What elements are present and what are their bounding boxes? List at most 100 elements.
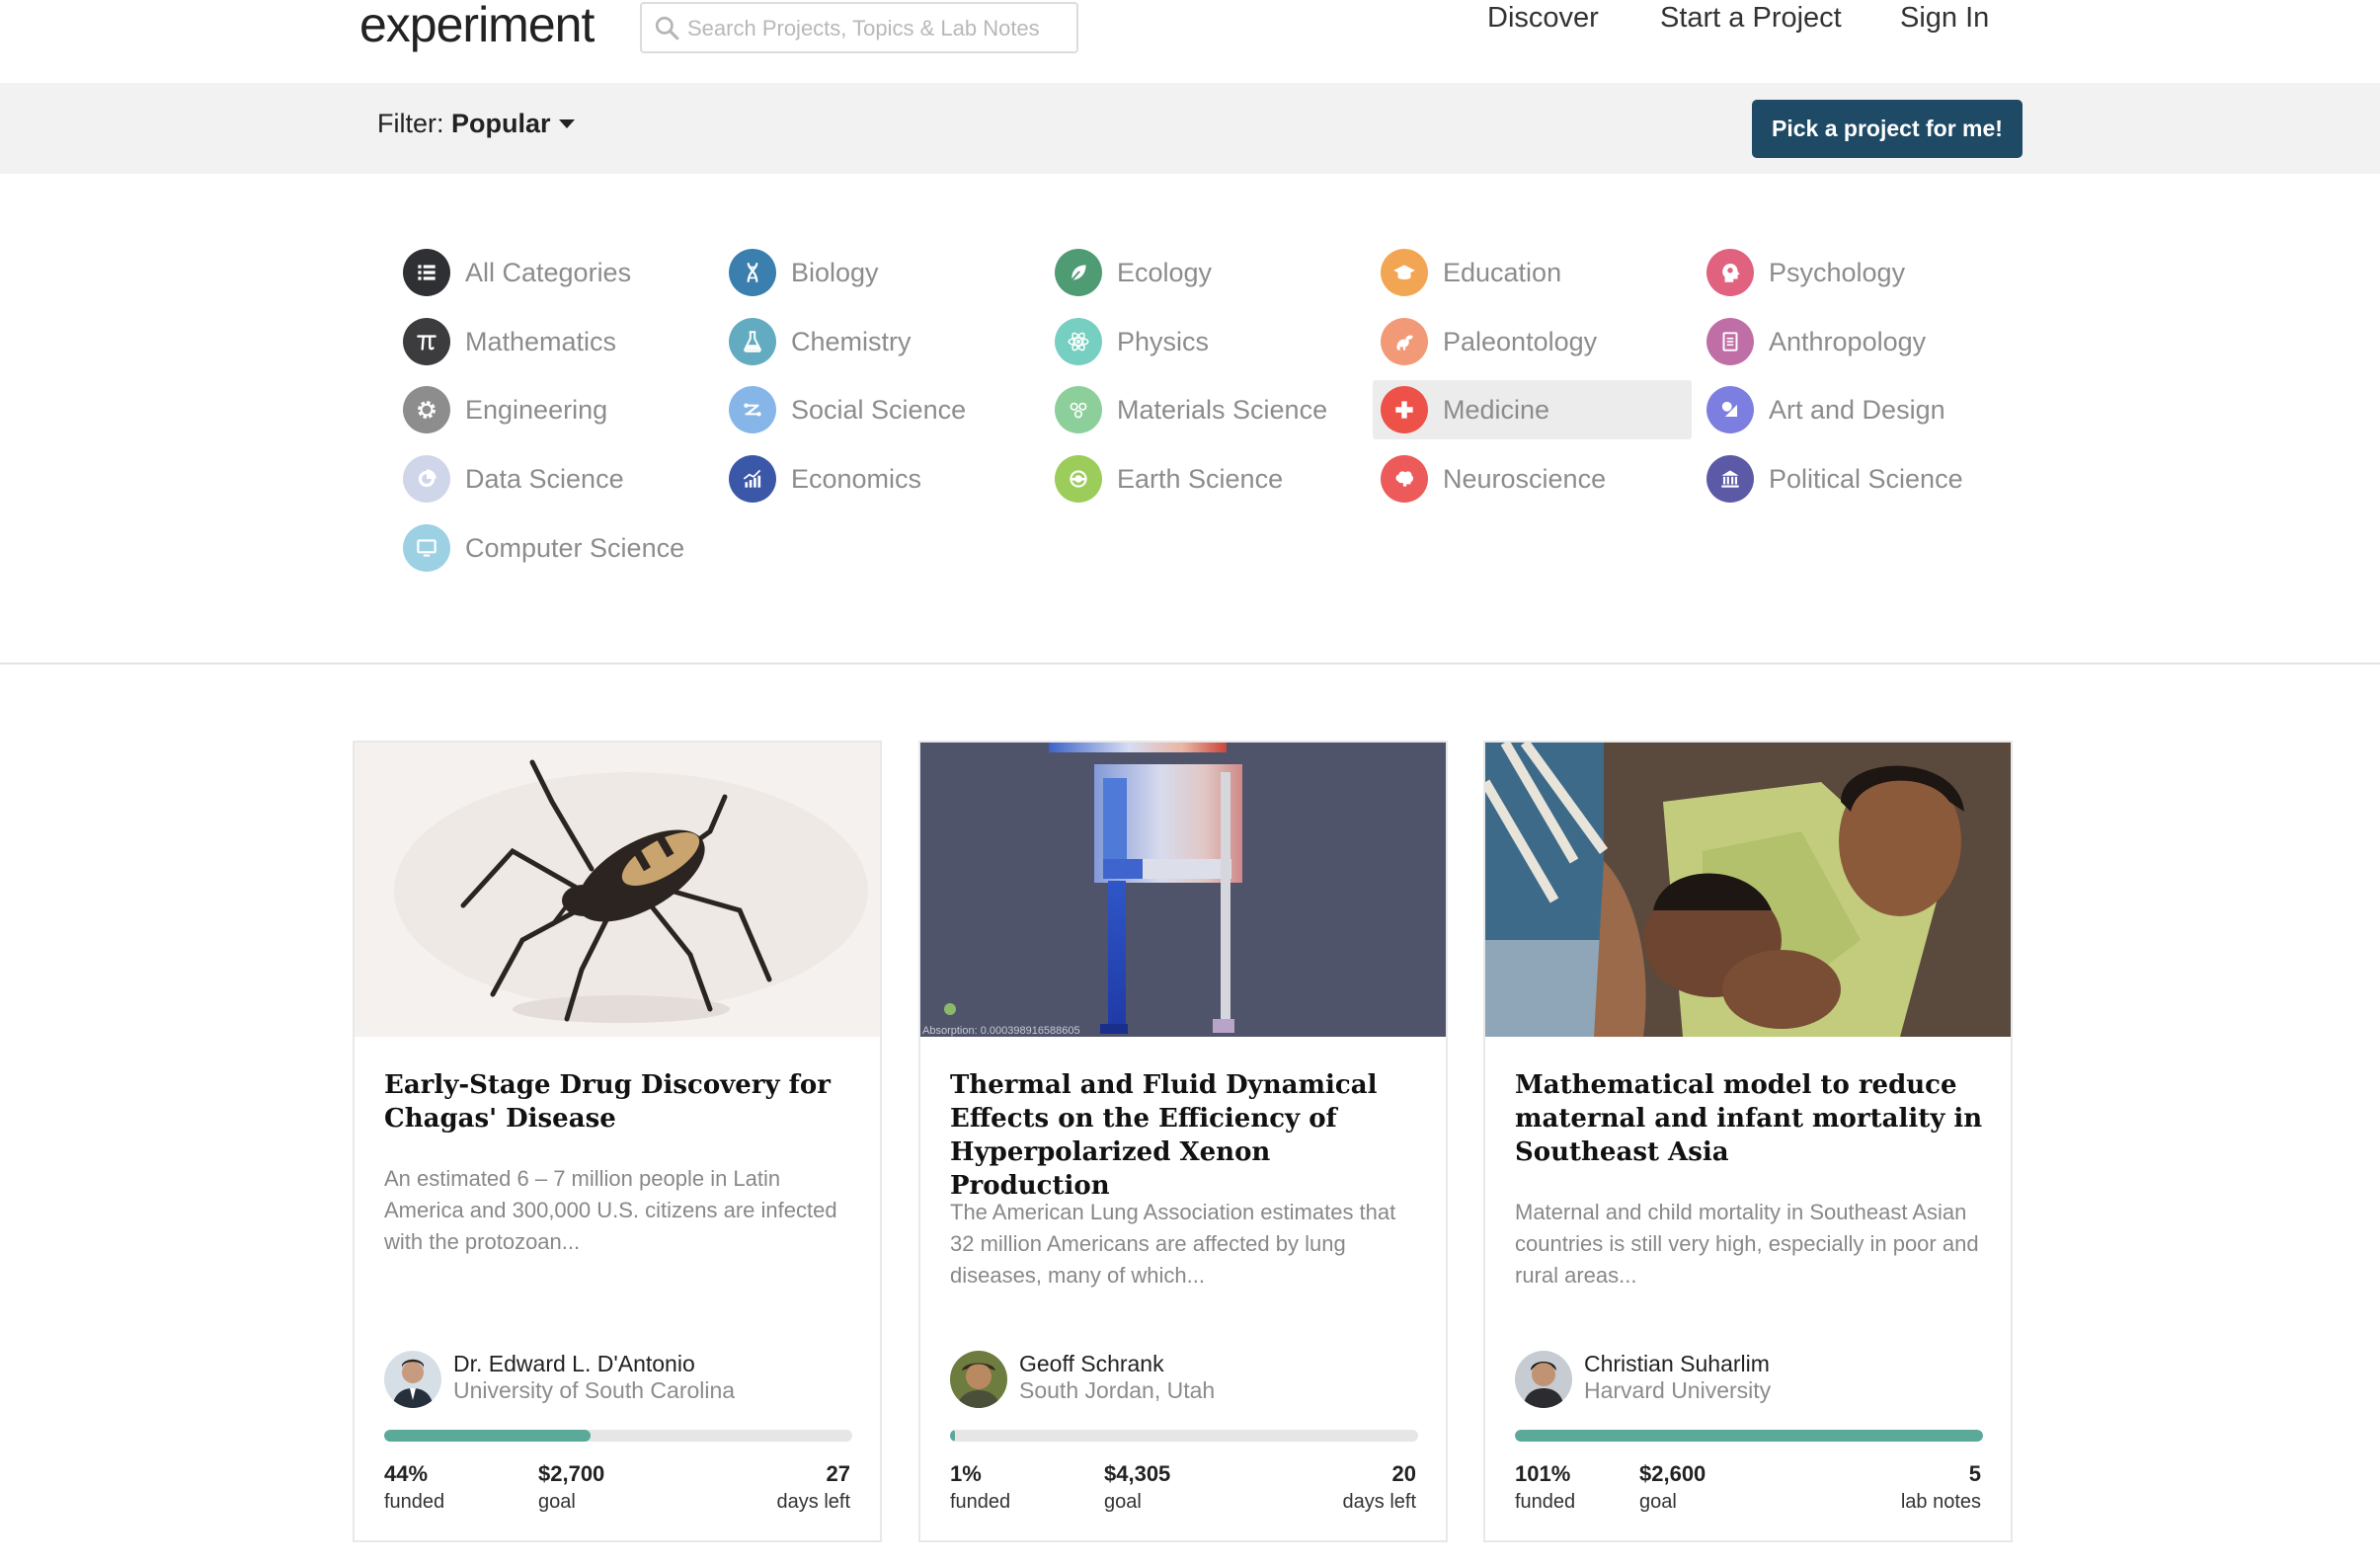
pick-project-button[interactable]: Pick a project for me!	[1752, 100, 2023, 158]
project-card[interactable]: Early-Stage Drug Discovery for Chagas' D…	[353, 741, 882, 1542]
category-data-science[interactable]: Data Science	[395, 449, 691, 509]
network-icon	[729, 386, 776, 433]
project-image-insect[interactable]	[355, 743, 880, 1037]
funded-label: funded	[950, 1491, 1011, 1513]
category-label: Education	[1443, 257, 1562, 287]
goal-value: $4,305	[1104, 1461, 1171, 1486]
days-left-stat: 20 days left	[1343, 1461, 1416, 1514]
project-card[interactable]: Mathematical model to reduce maternal an…	[1483, 741, 2013, 1542]
brain-icon	[1381, 455, 1428, 503]
leaf-icon	[1055, 249, 1102, 296]
author-affiliation: University of South Carolina	[453, 1377, 736, 1403]
flask-icon	[729, 318, 776, 365]
shapes-icon	[1706, 386, 1754, 433]
days-left-stat: 27 days left	[777, 1461, 850, 1514]
nav-discover[interactable]: Discover	[1487, 2, 1599, 35]
search-icon	[655, 16, 679, 40]
author-affiliation: Harvard University	[1584, 1377, 1772, 1403]
project-card[interactable]: Absorption: 0.000398916588605 Thermal an…	[918, 741, 1448, 1542]
category-label: Engineering	[465, 394, 608, 425]
project-title[interactable]: Early-Stage Drug Discovery for Chagas' D…	[384, 1068, 858, 1135]
days-left-label: days left	[776, 1491, 850, 1513]
author-avatar[interactable]	[384, 1351, 441, 1408]
category-materials-science[interactable]: Materials Science	[1047, 380, 1363, 439]
search-input[interactable]	[685, 8, 1074, 49]
category-ecology[interactable]: Ecology	[1047, 243, 1343, 302]
nav-sign-in[interactable]: Sign In	[1900, 2, 1989, 35]
funded-value: 1%	[950, 1461, 982, 1486]
category-label: Biology	[791, 257, 879, 287]
category-label: Data Science	[465, 463, 624, 494]
category-economics[interactable]: Economics	[721, 449, 1017, 509]
funding-progress-fill	[1515, 1430, 1983, 1442]
lab-notes-stat: 5 lab notes	[1901, 1461, 1981, 1514]
category-label: Computer Science	[465, 532, 685, 563]
category-social-science[interactable]: Social Science	[721, 380, 1017, 439]
funding-progress-fill	[950, 1430, 955, 1442]
category-physics[interactable]: Physics	[1047, 312, 1343, 371]
category-education[interactable]: Education	[1373, 243, 1689, 302]
filter-bar: Filter: Popular Pick a project for me!	[0, 83, 2380, 174]
days-left-value: 27	[826, 1461, 850, 1486]
category-anthropology[interactable]: Anthropology	[1699, 312, 1995, 371]
goal-value: $2,700	[538, 1461, 605, 1486]
graduation-cap-icon	[1381, 249, 1428, 296]
author-avatar[interactable]	[1515, 1351, 1572, 1408]
category-medicine[interactable]: Medicine	[1373, 380, 1692, 439]
atom-icon	[1055, 318, 1102, 365]
category-neuroscience[interactable]: Neuroscience	[1373, 449, 1689, 509]
project-description: Maternal and child mortality in Southeas…	[1515, 1200, 1979, 1288]
goal-label: goal	[1104, 1491, 1142, 1513]
search-box[interactable]	[640, 2, 1078, 53]
category-label: All Categories	[465, 257, 632, 287]
author-name[interactable]: Dr. Edward L. D'Antonio	[453, 1351, 695, 1377]
category-engineering[interactable]: Engineering	[395, 380, 691, 439]
project-title[interactable]: Thermal and Fluid Dynamical Effects on t…	[950, 1068, 1424, 1203]
funding-progress-fill	[384, 1430, 591, 1442]
growth-chart-icon	[729, 455, 776, 503]
category-label: Chemistry	[791, 326, 912, 356]
caret-down-icon	[558, 119, 575, 128]
category-all-categories[interactable]: All Categories	[395, 243, 691, 302]
goal-stat: $2,700 goal	[538, 1461, 604, 1514]
site-logo[interactable]: experiment	[359, 0, 595, 53]
funding-progress-bar	[950, 1430, 1418, 1442]
monitor-icon	[403, 524, 450, 572]
project-title[interactable]: Mathematical model to reduce maternal an…	[1515, 1068, 1989, 1169]
goal-stat: $2,600 goal	[1639, 1461, 1706, 1514]
nav-start-project[interactable]: Start a Project	[1660, 2, 1842, 35]
category-chemistry[interactable]: Chemistry	[721, 312, 1017, 371]
category-psychology[interactable]: Psychology	[1699, 243, 1995, 302]
filter-label: Filter:	[377, 109, 444, 138]
days-left-value: 20	[1391, 1461, 1416, 1486]
earth-icon	[1055, 455, 1102, 503]
category-label: Neuroscience	[1443, 463, 1607, 494]
funding-progress-bar	[384, 1430, 852, 1442]
author-name[interactable]: Christian Suharlim	[1584, 1351, 1770, 1377]
author-name[interactable]: Geoff Schrank	[1019, 1351, 1164, 1377]
category-earth-science[interactable]: Earth Science	[1047, 449, 1343, 509]
category-biology[interactable]: Biology	[721, 243, 1017, 302]
category-label: Social Science	[791, 394, 967, 425]
category-label: Paleontology	[1443, 326, 1598, 356]
image-caption: Absorption: 0.000398916588605	[922, 1025, 1080, 1037]
category-computer-science[interactable]: Computer Science	[395, 518, 711, 578]
category-political-science[interactable]: Political Science	[1699, 449, 2005, 509]
site-header: experiment Discover Start a Project Sign…	[0, 0, 2380, 83]
project-image-simulation[interactable]: Absorption: 0.000398916588605	[920, 743, 1446, 1037]
category-art-and-design[interactable]: Art and Design	[1699, 380, 1995, 439]
category-mathematics[interactable]: Mathematics	[395, 312, 691, 371]
category-paleontology[interactable]: Paleontology	[1373, 312, 1689, 371]
dinosaur-icon	[1381, 318, 1428, 365]
document-icon	[1706, 318, 1754, 365]
author-avatar[interactable]	[950, 1351, 1007, 1408]
category-label: Earth Science	[1117, 463, 1284, 494]
section-divider	[0, 663, 2380, 665]
category-label: Ecology	[1117, 257, 1213, 287]
project-description: The American Lung Association estimates …	[950, 1200, 1396, 1288]
capitol-icon	[1706, 455, 1754, 503]
filter-dropdown[interactable]: Filter: Popular	[377, 109, 575, 139]
list-icon	[403, 249, 450, 296]
funded-value: 44%	[384, 1461, 429, 1486]
project-image-mothers[interactable]	[1485, 743, 2011, 1037]
